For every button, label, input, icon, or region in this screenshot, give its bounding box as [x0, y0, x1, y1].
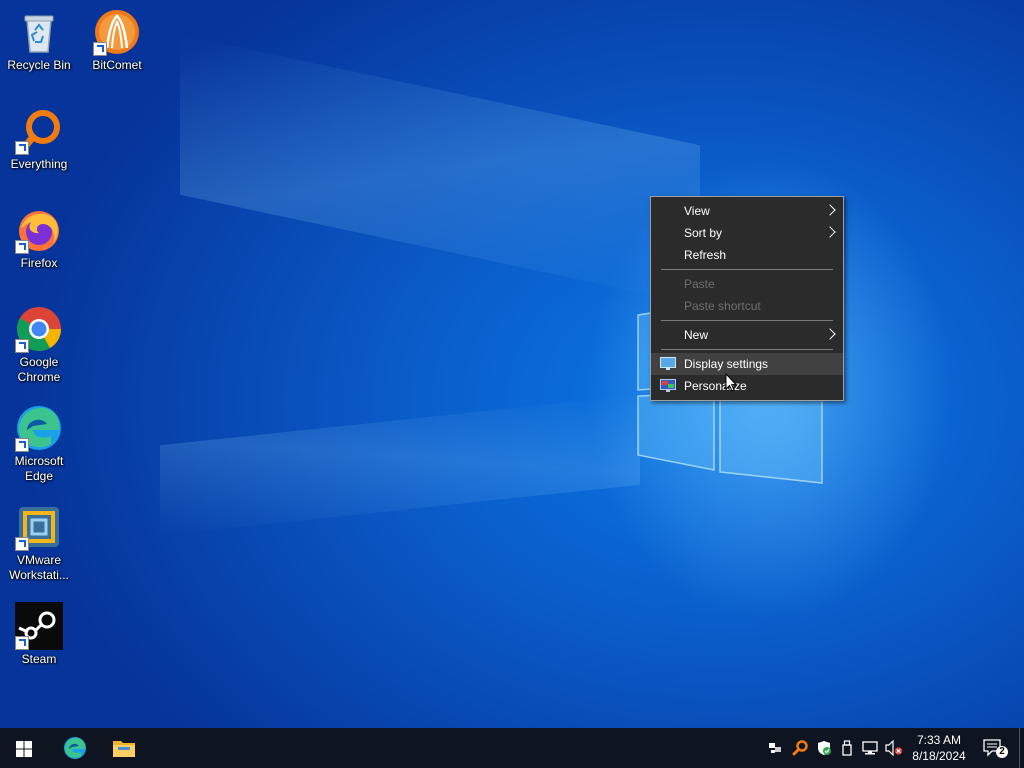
desktop-icon-microsoft-edge[interactable]: Microsoft Edge: [1, 404, 77, 484]
steam-icon: [15, 602, 63, 650]
menu-item-personalize[interactable]: Personalize: [651, 375, 843, 397]
desktop[interactable]: Recycle Bin BitComet Everything Firefox …: [0, 0, 1024, 728]
usb-device-icon: [842, 740, 852, 756]
mouse-cursor-icon: [725, 373, 737, 392]
network-drive-icon: [769, 743, 781, 753]
desktop-icon-bitcomet[interactable]: BitComet: [79, 8, 155, 73]
shortcut-arrow-icon: [15, 636, 29, 650]
tray-security[interactable]: [812, 728, 836, 768]
start-button[interactable]: [0, 728, 48, 768]
chrome-icon: [15, 305, 63, 353]
display-monitor-icon: [660, 357, 676, 370]
tray-volume[interactable]: [882, 728, 906, 768]
security-shield-icon: [818, 741, 831, 755]
tray-everything[interactable]: [788, 728, 812, 768]
menu-item-label: Paste shortcut: [684, 299, 761, 313]
chevron-right-icon: [824, 226, 836, 238]
desktop-icon-label: Microsoft Edge: [14, 454, 64, 483]
taskbar-edge-button[interactable]: [52, 728, 98, 768]
menu-item-paste-shortcut[interactable]: Paste shortcut: [651, 295, 843, 317]
personalize-icon: [660, 379, 676, 392]
tray-network[interactable]: [858, 728, 882, 768]
menu-item-refresh[interactable]: Refresh: [651, 244, 843, 266]
shortcut-arrow-icon: [15, 537, 29, 551]
menu-item-display-settings[interactable]: Display settings: [651, 353, 843, 375]
desktop-icon-google-chrome[interactable]: Google Chrome: [1, 305, 77, 385]
desktop-icon-label: BitComet: [92, 58, 142, 72]
start-icon: [16, 741, 32, 757]
shortcut-arrow-icon: [15, 141, 29, 155]
desktop-icon-label: Recycle Bin: [7, 58, 71, 72]
desktop-icon-steam[interactable]: Steam: [1, 602, 77, 667]
desktop-icon-label: Firefox: [20, 256, 58, 270]
menu-item-label: Display settings: [684, 357, 769, 371]
edge-icon: [15, 404, 63, 452]
desktop-icon-recycle-bin[interactable]: Recycle Bin: [1, 8, 77, 73]
taskbar: 7:33 AM 8/18/2024 2: [0, 728, 1024, 768]
tray-usb[interactable]: [836, 728, 858, 768]
vmware-icon: [15, 503, 63, 551]
edge-icon: [64, 737, 86, 759]
shortcut-arrow-icon: [15, 240, 29, 254]
light-beam: [180, 34, 700, 306]
everything-search-icon: [15, 107, 63, 155]
taskbar-clock[interactable]: 7:33 AM 8/18/2024: [906, 732, 972, 764]
file-explorer-icon: [113, 741, 135, 757]
menu-separator: [661, 349, 833, 350]
network-icon: [862, 741, 878, 755]
menu-separator: [661, 269, 833, 270]
desktop-icon-label: Google Chrome: [17, 355, 61, 384]
show-desktop-button[interactable]: [1019, 728, 1024, 768]
everything-search-icon: [792, 740, 808, 756]
menu-item-label: Refresh: [684, 248, 727, 262]
menu-item-label: Paste: [684, 277, 715, 291]
light-beam: [160, 394, 640, 536]
recycle-bin-icon: [15, 8, 63, 56]
desktop-icon-label: Everything: [10, 157, 68, 171]
desktop-icon-label: Steam: [21, 652, 57, 666]
menu-item-new[interactable]: New: [651, 324, 843, 346]
shortcut-arrow-icon: [93, 42, 107, 56]
desktop-context-menu: View Sort by Refresh Paste Paste shortcu…: [650, 196, 844, 401]
chevron-right-icon: [824, 204, 836, 216]
bitcomet-icon: [93, 8, 141, 56]
action-center-button[interactable]: 2: [978, 728, 1018, 768]
desktop-icon-vmware-workstation[interactable]: VMware Workstati...: [1, 503, 77, 583]
menu-item-label: Personalize: [684, 379, 747, 393]
desktop-icon-everything[interactable]: Everything: [1, 107, 77, 172]
menu-item-view[interactable]: View: [651, 200, 843, 222]
shortcut-arrow-icon: [15, 438, 29, 452]
menu-item-paste[interactable]: Paste: [651, 273, 843, 295]
menu-item-label: New: [684, 328, 709, 342]
clock-time: 7:33 AM: [916, 733, 962, 747]
tray-network-drive[interactable]: [764, 728, 788, 768]
menu-item-sort-by[interactable]: Sort by: [651, 222, 843, 244]
menu-separator: [661, 320, 833, 321]
desktop-icon-label: VMware Workstati...: [9, 553, 69, 582]
notifications-count-badge: 2: [999, 746, 1005, 757]
taskbar-file-explorer-button[interactable]: [100, 728, 146, 768]
chevron-right-icon: [824, 328, 836, 340]
firefox-icon: [15, 206, 63, 254]
menu-item-label: View: [684, 204, 710, 218]
volume-muted-icon: [885, 740, 903, 756]
menu-item-label: Sort by: [684, 226, 723, 240]
clock-date: 8/18/2024: [912, 749, 966, 763]
shortcut-arrow-icon: [15, 339, 29, 353]
desktop-icon-firefox[interactable]: Firefox: [1, 206, 77, 271]
